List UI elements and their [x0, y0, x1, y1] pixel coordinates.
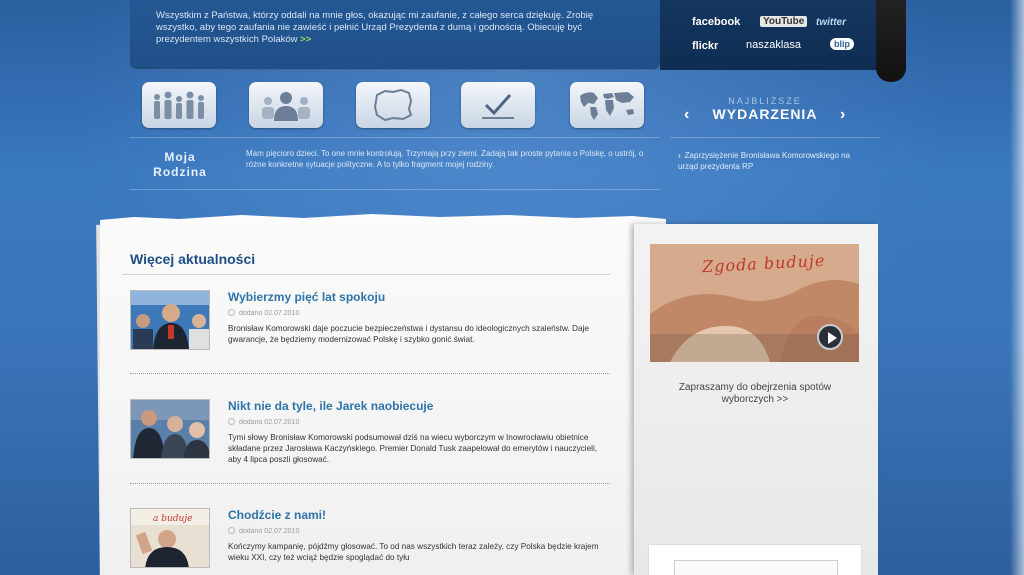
article-text: Kończymy kampanię, pójdźmy głosować. To … — [228, 542, 599, 562]
poland-map-icon[interactable] — [356, 82, 430, 128]
news-article: Wybierzmy pięć lat spokoju dodano 02.07.… — [130, 290, 610, 360]
campaign-video-thumbnail[interactable]: Zgoda buduje — [650, 244, 859, 362]
events-kicker: NAJBLIŻSZE — [728, 96, 802, 106]
thanks-message: Wszystkim z Państwa, którzy oddali na mn… — [156, 10, 596, 46]
family-icon[interactable] — [142, 82, 216, 128]
bullet-icon: › — [678, 151, 681, 160]
divider-events — [670, 137, 880, 138]
clock-icon — [228, 527, 235, 534]
article-date: dodano 02.07.2010 — [228, 418, 299, 426]
family-description: Mam pięcioro dzieci. To one mnie kontrol… — [246, 149, 644, 169]
thanks-message-text: Wszystkim z Państwa, którzy oddali na mn… — [156, 10, 594, 45]
flickr-link[interactable]: flickr — [692, 40, 718, 52]
section-title: Więcej aktualności — [130, 251, 256, 267]
article-text: Bronisław Komorowski daje poczucie bezpi… — [228, 324, 589, 344]
section-underline — [122, 274, 610, 275]
category-icons — [140, 82, 660, 132]
article-title[interactable]: Nikt nie da tyle, ile Jarek naobiecuje — [228, 399, 433, 413]
thanks-message-box: Wszystkim z Państwa, którzy oddali na mn… — [130, 0, 660, 70]
divider-top — [130, 137, 660, 138]
article-title[interactable]: Chodźcie z nami! — [228, 508, 326, 522]
article-thumbnail[interactable] — [130, 399, 210, 459]
play-icon[interactable] — [817, 324, 843, 350]
article-date-text: dodano 02.07.2010 — [239, 310, 300, 317]
moja-rodzina-label[interactable]: Moja Rodzina — [150, 150, 210, 180]
thanks-more-link[interactable]: >> — [300, 34, 311, 45]
sidebar-box-inner — [674, 560, 838, 575]
youtube-link[interactable]: YouTube — [760, 16, 808, 27]
event-item[interactable]: › Zaprzysiężenie Bronisława Komorowskiego… — [678, 150, 868, 172]
news-article: a buduje Chodźcie z nami! dodano 02.07.2… — [130, 508, 610, 575]
checkmark-icon[interactable] — [461, 82, 535, 128]
candidate-photo-fragment — [876, 0, 906, 82]
article-text: Tymi słowy Bronisław Komorowski podsumow… — [228, 433, 598, 464]
moja-rodzina-line2: Rodzina — [153, 165, 207, 179]
article-thumbnail[interactable] — [130, 290, 210, 350]
event-item-text: Zaprzysiężenie Bronisława Komorowskiego … — [678, 151, 851, 171]
social-links-box: facebook YouTube twitter flickr naszakla… — [660, 0, 882, 70]
article-date: dodano 02.07.2010 — [228, 309, 299, 317]
svg-text:a buduje: a buduje — [153, 514, 192, 524]
world-map-icon[interactable] — [570, 82, 644, 128]
article-title[interactable]: Wybierzmy pięć lat spokoju — [228, 290, 385, 304]
spots-invite-link[interactable]: Zapraszamy do obejrzenia spotów wyborczy… — [660, 382, 850, 406]
article-date-text: dodano 02.07.2010 — [239, 528, 300, 535]
twitter-link[interactable]: twitter — [816, 17, 846, 28]
clock-icon — [228, 418, 235, 425]
blip-link[interactable]: blip — [830, 38, 854, 50]
article-separator — [130, 483, 610, 484]
article-date-text: dodano 02.07.2010 — [239, 419, 300, 426]
article-thumbnail[interactable]: a buduje — [130, 508, 210, 568]
naszaklasa-link[interactable]: naszaklasa — [746, 39, 801, 51]
article-separator — [130, 373, 610, 374]
facebook-link[interactable]: facebook — [692, 16, 740, 28]
news-article: Nikt nie da tyle, ile Jarek naobiecuje d… — [130, 399, 610, 469]
events-prev-arrow[interactable]: ‹ — [684, 106, 689, 124]
divider-bottom — [130, 189, 660, 190]
moja-rodzina-line1: Moja — [164, 150, 196, 164]
person-icon[interactable] — [249, 82, 323, 128]
events-title: WYDARZENIA — [712, 106, 818, 122]
article-date: dodano 02.07.2010 — [228, 527, 299, 535]
clock-icon — [228, 309, 235, 316]
page-edge-shade — [1010, 0, 1024, 575]
events-next-arrow[interactable]: › — [840, 106, 845, 124]
